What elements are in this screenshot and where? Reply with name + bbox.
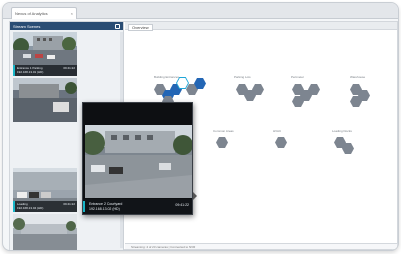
popup-caption: Entrance 2 Courtyard 192.168.13.02 (HD) … [83, 199, 192, 214]
camera-node[interactable] [275, 137, 287, 148]
group-label: Common Areas [213, 129, 234, 133]
group-label: HVAC [273, 129, 282, 133]
camera-thumbnail[interactable] [13, 214, 77, 250]
graph-header: Overview [125, 22, 397, 31]
expand-icon[interactable] [115, 23, 120, 29]
camera-scene [13, 214, 77, 250]
group-label: Building Entrances [154, 75, 180, 79]
camera-address: 192.168.13.01 (HD) [17, 70, 44, 74]
popup-address: 192.168.13.02 (HD) [89, 206, 120, 211]
camera-node[interactable] [216, 137, 228, 148]
camera-thumbnail[interactable]: Entrance 1 Parking 192.168.13.01 (HD) 09… [13, 32, 77, 76]
popup-pointer [193, 192, 197, 200]
group-label: Loading Docks [332, 129, 352, 133]
window-frame: Nexus of Analytics × Stream Scenes Entra… [2, 2, 399, 251]
camera-video [85, 125, 192, 198]
group-label: Perimeter [291, 75, 305, 79]
camera-time: 09:41:22 [63, 66, 75, 70]
status-text: Streaming: 4 of 23 cameras | Connected t… [131, 245, 196, 249]
tab-main[interactable]: Nexus of Analytics × [11, 7, 77, 19]
graph-tab[interactable]: Overview [128, 23, 153, 31]
camera-thumbnail[interactable] [13, 78, 77, 122]
group-label: Parking Lots [234, 75, 251, 79]
camera-list-header: Stream Scenes [10, 22, 123, 30]
camera-caption: Loading 192.168.13.04 (HD) 09:41:22 [13, 201, 77, 212]
group-label: Warehouse [350, 75, 366, 79]
tab-label: Nexus of Analytics [15, 11, 48, 16]
camera-caption: Entrance 1 Parking 192.168.13.01 (HD) 09… [13, 65, 77, 76]
camera-list-title: Stream Scenes [13, 23, 41, 29]
status-accent [13, 65, 15, 76]
popup-time: 09:41:22 [175, 203, 189, 207]
camera-thumbnail[interactable]: Loading 192.168.13.04 (HD) 09:41:22 [13, 168, 77, 212]
status-bar: Streaming: 4 of 23 cameras | Connected t… [125, 243, 397, 249]
status-accent [13, 201, 15, 212]
camera-address: 192.168.13.04 (HD) [17, 206, 44, 210]
camera-time: 09:41:22 [63, 202, 75, 206]
tab-bar: Nexus of Analytics × [3, 3, 398, 19]
app-area: Stream Scenes Entrance 1 Parking 192.168… [9, 21, 398, 250]
camera-preview-popup[interactable]: Entrance 2 Courtyard 192.168.13.02 (HD) … [82, 102, 193, 215]
close-icon[interactable]: × [71, 11, 73, 16]
camera-scene [13, 78, 77, 122]
status-accent [83, 201, 85, 212]
camera-scene [85, 125, 192, 198]
